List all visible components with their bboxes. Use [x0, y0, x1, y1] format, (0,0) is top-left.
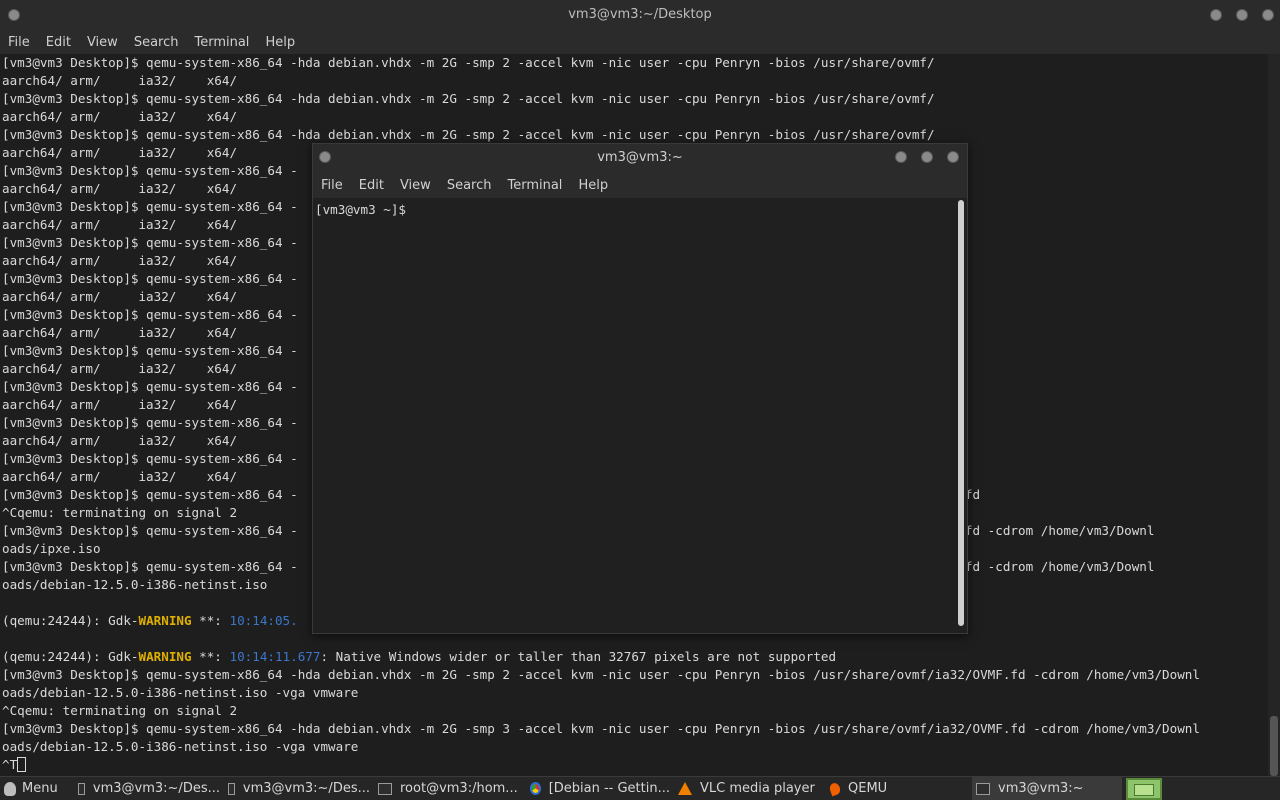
window-titlebar[interactable]: vm3@vm3:~/Desktop — [0, 0, 1280, 30]
vlc-icon — [678, 782, 692, 795]
close-icon[interactable] — [947, 151, 959, 163]
terminal-line: [vm3@vm3 Desktop]$ qemu-system-x86_64 -h… — [2, 91, 935, 106]
taskbar-item-desktop-terminal-2[interactable]: vm3@vm3:~/Des... — [224, 777, 374, 800]
terminal-line: [vm3@vm3 Desktop]$ qemu-system-x86_64 -h… — [2, 667, 1200, 682]
scrollbar-thumb[interactable] — [1270, 716, 1278, 776]
taskbar-item-qemu[interactable]: QEMU — [826, 777, 972, 800]
menu-terminal[interactable]: Terminal — [186, 35, 257, 50]
menu-file[interactable]: File — [0, 35, 38, 50]
window-titlebar[interactable]: vm3@vm3:~ — [313, 144, 967, 172]
qemu-icon — [828, 781, 842, 796]
taskbar-item-vlc[interactable]: VLC media player — [674, 777, 826, 800]
menu-view[interactable]: View — [79, 35, 126, 50]
terminal-line: aarch64/ arm/ ia32/ x64/ — [2, 109, 238, 124]
chrome-icon — [530, 782, 541, 795]
taskbar-item-root-terminal[interactable]: root@vm3:/hom... — [374, 777, 526, 800]
taskbar: Menu vm3@vm3:~/Des... vm3@vm3:~/Des... r… — [0, 776, 1280, 800]
terminal-scrollbar[interactable] — [957, 198, 967, 628]
terminal-icon — [976, 782, 990, 795]
workspace-icon — [1134, 784, 1154, 796]
terminal-icon — [228, 782, 235, 795]
terminal-icon — [378, 782, 392, 795]
taskbar-item-browser[interactable]: [Debian -- Gettin... — [526, 777, 674, 800]
terminal-line: [vm3@vm3 Desktop]$ qemu-system-x86_64 -h… — [2, 721, 1200, 736]
text-cursor — [17, 757, 27, 772]
scrollbar-thumb[interactable] — [958, 200, 964, 626]
window-title: vm3@vm3:~/Desktop — [568, 7, 712, 22]
taskbar-item-desktop-terminal-1[interactable]: vm3@vm3:~/Des... — [74, 777, 224, 800]
menu-file[interactable]: File — [313, 178, 351, 193]
terminal-line: ^Cqemu: terminating on signal 2 — [2, 703, 238, 718]
start-menu-button[interactable]: Menu — [0, 777, 68, 800]
terminal-line: oads/debian-12.5.0-i386-netinst.iso -vga… — [2, 739, 359, 754]
menu-terminal[interactable]: Terminal — [499, 178, 570, 193]
menubar: File Edit View Search Terminal Help — [313, 172, 967, 198]
menu-help[interactable]: Help — [257, 35, 303, 50]
home-terminal-window[interactable]: vm3@vm3:~ File Edit View Search Terminal… — [312, 143, 968, 634]
menu-help[interactable]: Help — [570, 178, 616, 193]
terminal-line: (qemu:24244): Gdk-WARNING **: 10:14:11.6… — [2, 649, 837, 664]
menu-edit[interactable]: Edit — [38, 35, 79, 50]
menu-search[interactable]: Search — [439, 178, 500, 193]
terminal-scrollbar[interactable] — [1268, 54, 1280, 776]
terminal-icon — [78, 782, 85, 795]
terminal-line: aarch64/ arm/ ia32/ x64/ — [2, 73, 238, 88]
menu-icon — [4, 781, 16, 796]
minimize-icon[interactable] — [895, 151, 907, 163]
terminal-line: [vm3@vm3 Desktop]$ qemu-system-x86_64 -h… — [2, 55, 935, 70]
menu-edit[interactable]: Edit — [351, 178, 392, 193]
menu-search[interactable]: Search — [126, 35, 187, 50]
terminal-line: oads/debian-12.5.0-i386-netinst.iso -vga… — [2, 685, 359, 700]
window-title: vm3@vm3:~ — [597, 150, 683, 165]
workspace-switcher[interactable] — [1126, 778, 1162, 800]
minimize-icon[interactable] — [1210, 9, 1222, 21]
taskbar-item-home-terminal[interactable]: vm3@vm3:~ — [972, 776, 1122, 800]
terminal-prompt[interactable]: [vm3@vm3 ~]$ — [313, 198, 957, 217]
maximize-icon[interactable] — [1236, 9, 1248, 21]
maximize-icon[interactable] — [921, 151, 933, 163]
terminal-line: [vm3@vm3 Desktop]$ qemu-system-x86_64 -h… — [2, 127, 935, 142]
terminal-output[interactable]: [vm3@vm3 ~]$ — [313, 198, 957, 632]
close-icon[interactable] — [1262, 9, 1274, 21]
terminal-input-line[interactable]: ^T — [0, 756, 1268, 774]
menu-view[interactable]: View — [392, 178, 439, 193]
menubar: File Edit View Search Terminal Help — [0, 30, 1280, 54]
